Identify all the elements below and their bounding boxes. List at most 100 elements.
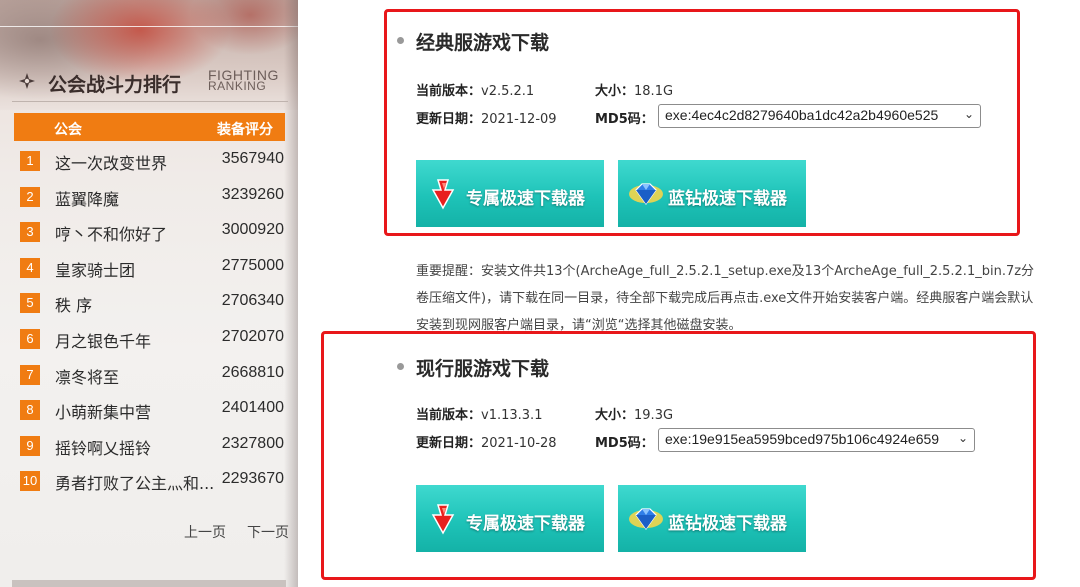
guild-score: 2702070	[221, 327, 284, 345]
guild-score: 2775000	[221, 256, 284, 274]
guild-name: 勇者打败了公主灬和...	[55, 474, 213, 494]
guild-name: 皇家骑士团	[55, 260, 136, 280]
rank-number: 6	[20, 328, 40, 349]
md5-label: MD5码：	[595, 436, 654, 451]
ranking-row: 5 秩 序 2706340	[20, 290, 288, 326]
date-label: 更新日期：	[416, 436, 482, 451]
md5-select[interactable]: exe:4ec4c2d8279640ba1dc42a2b4960e525 ⌄	[658, 104, 981, 128]
ranking-row: 8 小萌新集中营 2401400	[20, 397, 288, 433]
size-info: 大小：19.3G	[595, 404, 673, 423]
version-value: v1.13.3.1	[481, 408, 543, 423]
classic-download-section: 经典服游戏下载 当前版本：v2.5.2.1 大小：18.1G 更新日期：2021…	[384, 9, 1020, 236]
exclusive-downloader-button[interactable]: 专属极速下载器	[416, 485, 604, 552]
download-arrow-icon	[431, 179, 455, 210]
exclusive-downloader-button[interactable]: 专属极速下载器	[416, 160, 604, 227]
md5-info: MD5码：	[595, 108, 654, 127]
install-notice: 重要提醒：安装文件共13个(ArcheAge_full_2.5.2.1_setu…	[416, 264, 1035, 333]
blue-diamond-icon	[629, 183, 663, 206]
diamond-downloader-button[interactable]: 蓝钻极速下载器	[618, 485, 806, 552]
version-value: v2.5.2.1	[481, 84, 535, 99]
ranking-list: 1 这一次改变世界 3567940 2 蓝翼降魔 3239260 3 哼丶不和你好了 300…	[20, 148, 288, 504]
rank-number: 1	[20, 151, 40, 171]
date-info: 更新日期：2021-10-28	[416, 432, 557, 451]
prev-page-link[interactable]: 上一页	[184, 522, 226, 542]
date-value: 2021-12-09	[481, 112, 557, 127]
ranking-row: 6 月之银色千年 2702070	[20, 326, 288, 362]
ranking-title-en: FIGHTING RANKING	[208, 68, 279, 92]
rank-number: 2	[20, 186, 40, 207]
date-label: 更新日期：	[416, 112, 482, 127]
rank-number: 10	[20, 471, 40, 492]
button-label: 蓝钻极速下载器	[668, 514, 787, 534]
button-label: 专属极速下载器	[466, 514, 585, 534]
guild-score: 3567940	[221, 150, 284, 167]
ranking-row: 3 哼丶不和你好了 3000920	[20, 219, 288, 255]
rank-number: 3	[20, 222, 40, 243]
ranking-row: 2 蓝翼降魔 3239260	[20, 184, 288, 220]
md5-value: exe:19e915ea5959bced975b106c4924e659	[665, 431, 940, 447]
section-title: 经典服游戏下载	[397, 28, 549, 55]
guild-name: 哼丶不和你好了	[55, 225, 168, 245]
rank-number: 5	[20, 293, 40, 314]
rank-number: 4	[20, 257, 40, 278]
version-label: 当前版本：	[416, 84, 482, 99]
rank-number: 8	[20, 400, 40, 421]
column-header-score: 装备评分	[217, 122, 273, 138]
guild-name: 蓝翼降魔	[55, 189, 120, 209]
ranking-row: 7 凛冬将至 2668810	[20, 362, 288, 398]
md5-label: MD5码：	[595, 112, 654, 127]
column-header-guild: 公会	[54, 122, 82, 138]
current-download-section: 现行服游戏下载 当前版本：v1.13.3.1 大小：19.3G 更新日期：202…	[321, 331, 1036, 580]
diamond-downloader-button[interactable]: 蓝钻极速下载器	[618, 160, 806, 227]
chevron-down-icon: ⌄	[963, 107, 974, 121]
guild-score: 3000920	[221, 221, 284, 239]
ranking-emblem-icon	[19, 73, 35, 89]
size-label: 大小：	[595, 408, 635, 423]
version-info: 当前版本：v2.5.2.1	[416, 80, 534, 99]
next-page-link[interactable]: 下一页	[247, 522, 289, 542]
scrollbar[interactable]	[12, 580, 286, 587]
guild-score: 3239260	[221, 185, 284, 203]
size-value: 18.1G	[634, 84, 674, 99]
rank-number: 7	[20, 364, 40, 385]
divider	[0, 26, 298, 27]
button-label: 专属极速下载器	[466, 189, 585, 209]
size-info: 大小：18.1G	[595, 80, 673, 99]
current-title: 现行服游戏下载	[416, 358, 550, 380]
md5-info: MD5码：	[595, 432, 654, 451]
rank-number: 9	[20, 435, 40, 456]
ranking-header: 公会战斗力排行 FIGHTING RANKING	[12, 66, 292, 102]
guild-name: 摇铃啊乂摇铃	[55, 438, 152, 458]
date-info: 更新日期：2021-12-09	[416, 108, 557, 127]
guild-score: 2327800	[221, 434, 284, 452]
guild-name: 凛冬将至	[55, 367, 120, 387]
ranking-title: 公会战斗力排行	[48, 74, 182, 96]
md5-value: exe:4ec4c2d8279640ba1dc42a2b4960e525	[665, 107, 939, 123]
size-value: 19.3G	[634, 408, 674, 423]
guild-name: 小萌新集中营	[55, 403, 152, 423]
guild-score: 2293670	[221, 470, 284, 488]
size-label: 大小：	[595, 84, 635, 99]
ranking-row: 1 这一次改变世界 3567940	[20, 148, 288, 184]
bullet-icon	[397, 363, 404, 370]
guild-name: 这一次改变世界	[55, 154, 168, 173]
guild-score: 2706340	[221, 292, 284, 310]
guild-name: 月之银色千年	[55, 331, 152, 351]
blue-diamond-icon	[629, 508, 663, 531]
chevron-down-icon: ⌄	[957, 431, 968, 445]
classic-title: 经典服游戏下载	[416, 32, 550, 54]
guild-score: 2401400	[221, 399, 284, 417]
section-title: 现行服游戏下载	[397, 354, 549, 381]
version-info: 当前版本：v1.13.3.1	[416, 404, 542, 423]
ranking-row: 4 皇家骑士团 2775000	[20, 255, 288, 291]
ranking-row: 9 摇铃啊乂摇铃 2327800	[20, 433, 288, 469]
ranking-table-header: 公会 装备评分	[14, 113, 285, 141]
download-arrow-icon	[431, 504, 455, 535]
bullet-icon	[397, 37, 404, 44]
button-label: 蓝钻极速下载器	[668, 189, 787, 209]
guild-ranking-panel: 公会战斗力排行 FIGHTING RANKING 公会 装备评分 1 这一次改变世…	[0, 0, 298, 587]
md5-select[interactable]: exe:19e915ea5959bced975b106c4924e659 ⌄	[658, 428, 975, 452]
ranking-row: 10 勇者打败了公主灬和... 2293670	[20, 468, 288, 504]
guild-score: 2668810	[221, 363, 284, 381]
divider	[12, 101, 288, 102]
